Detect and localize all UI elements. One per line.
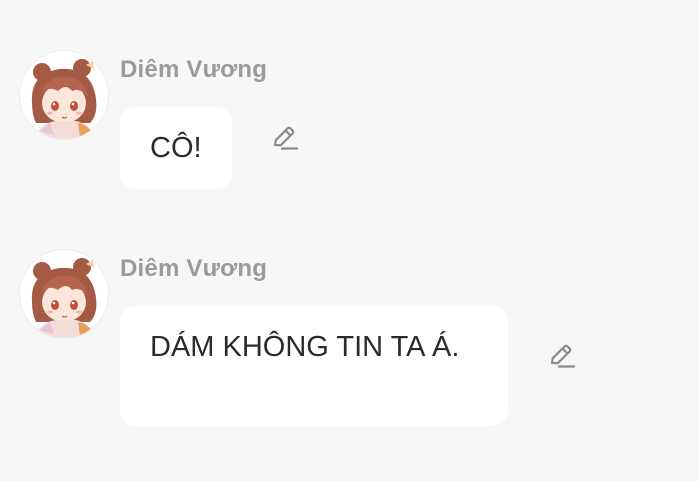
pencil-edit-icon[interactable] xyxy=(268,122,300,154)
anime-girl-avatar-icon xyxy=(20,51,108,139)
message-bubble: DÁM KHÔNG TIN TA Á. xyxy=(120,306,508,426)
sender-name: Diêm Vương xyxy=(120,56,268,83)
pencil-edit-icon[interactable] xyxy=(545,340,577,372)
anime-girl-avatar-icon xyxy=(20,250,108,338)
sender-name: Diêm Vương xyxy=(120,255,268,282)
message-bubble: CÔ! xyxy=(120,107,232,189)
avatar[interactable] xyxy=(20,51,108,139)
avatar[interactable] xyxy=(20,250,108,338)
